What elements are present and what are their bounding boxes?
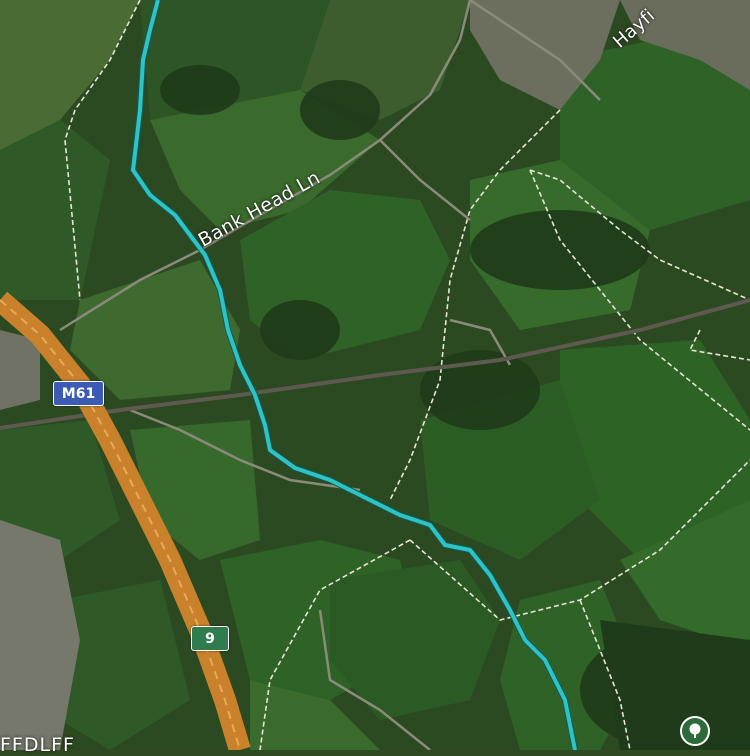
junction-shield-9: 9 (191, 626, 229, 651)
motorway-shield-m61: M61 (53, 381, 104, 406)
place-label-bottom: FFDLFF (0, 734, 75, 756)
tree-icon[interactable] (680, 716, 710, 746)
satellite-map[interactable] (0, 0, 750, 750)
tree-glyph (689, 723, 701, 738)
